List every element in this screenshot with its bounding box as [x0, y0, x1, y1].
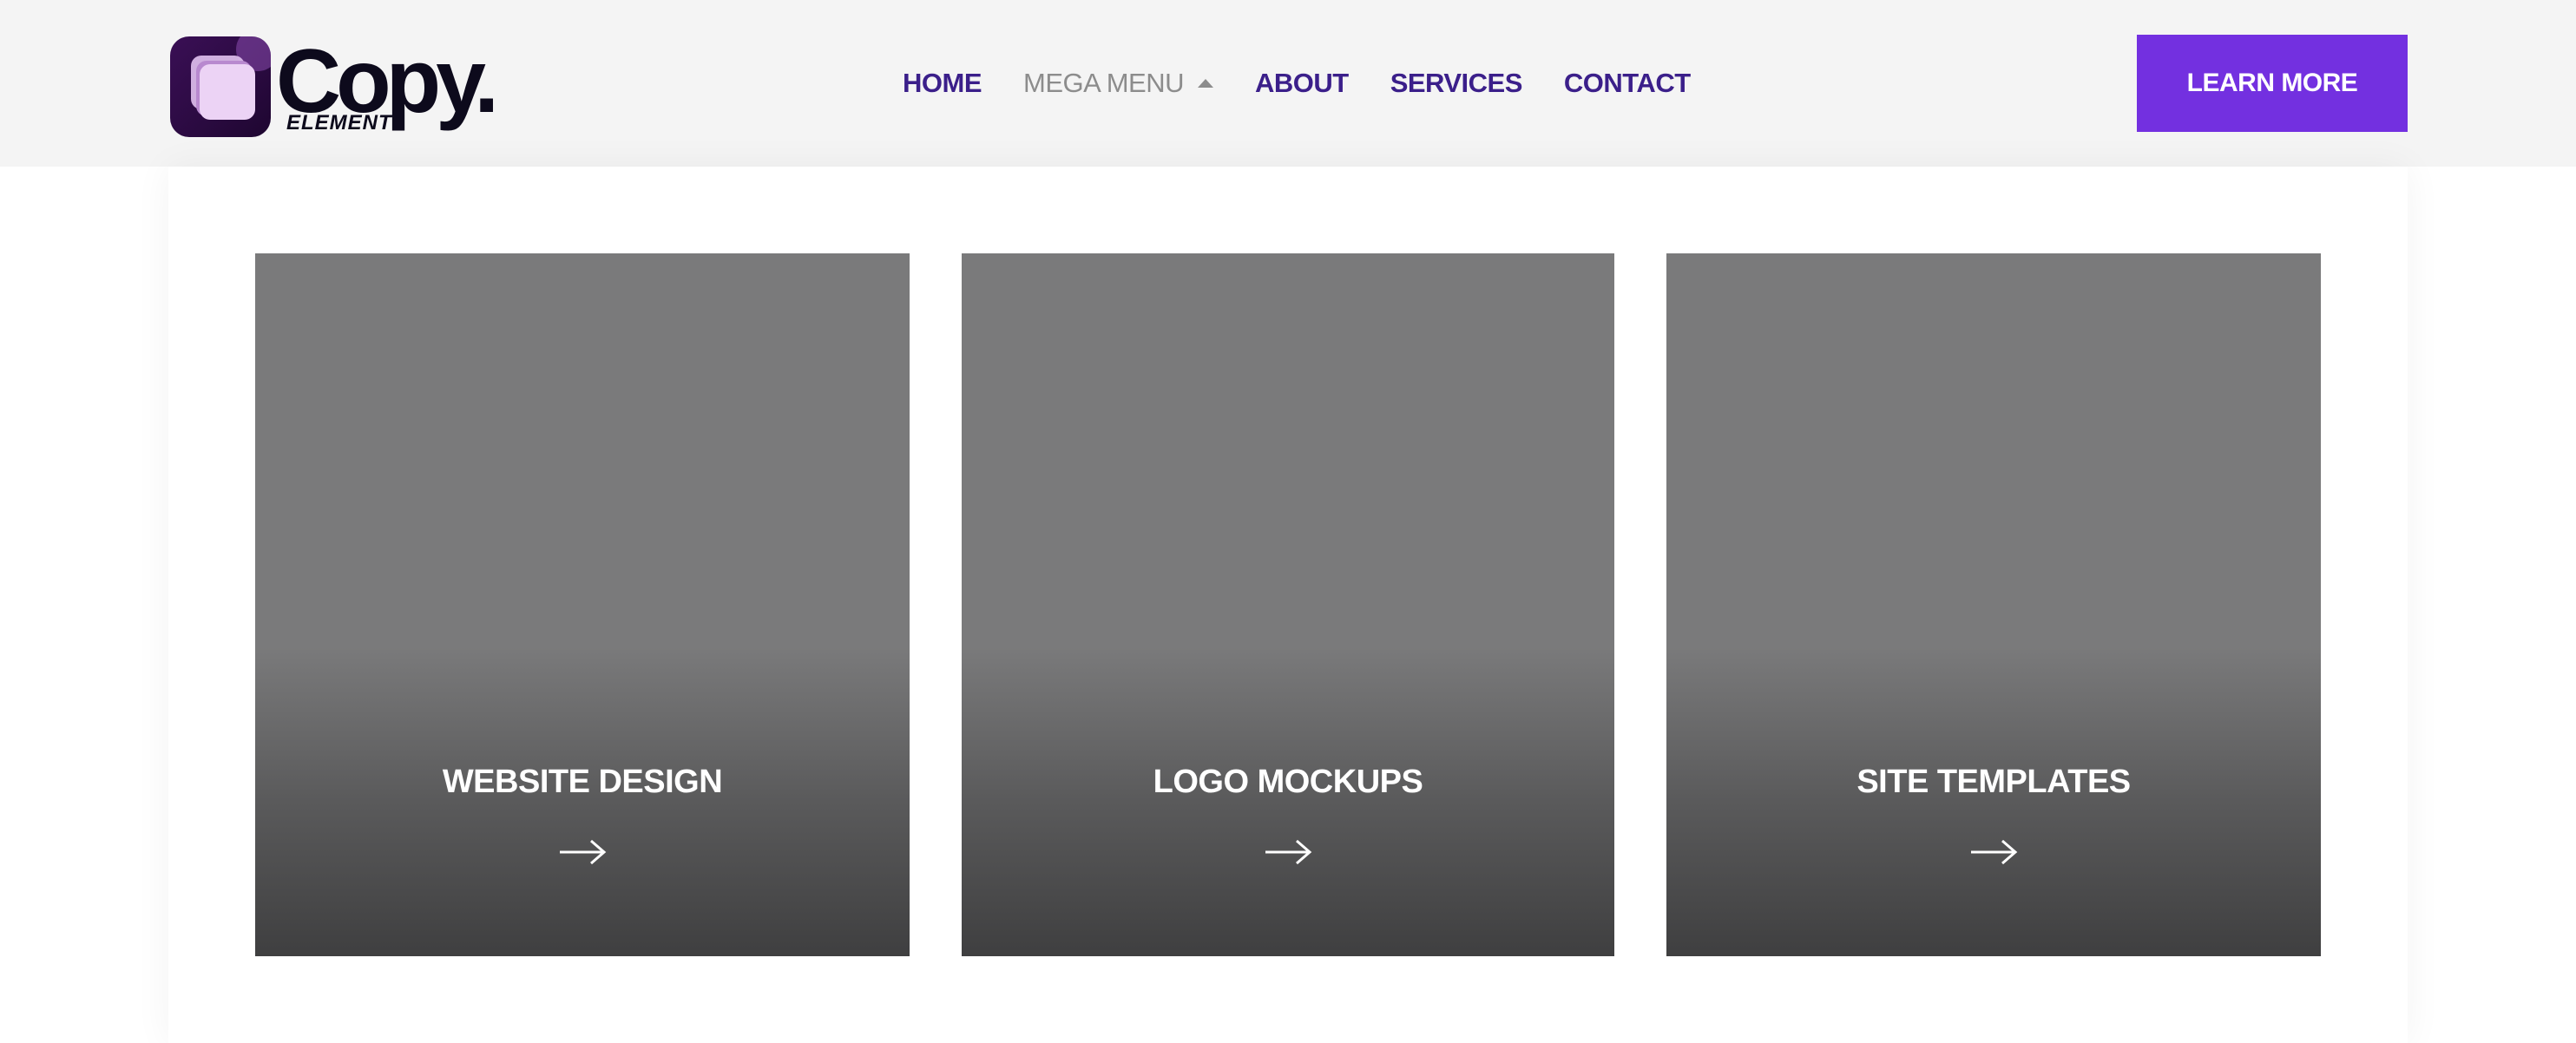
nav-item-label: HOME [903, 68, 982, 98]
card-title: SITE TEMPLATES [1856, 764, 2131, 800]
card-title: LOGO MOCKUPS [1153, 764, 1423, 800]
main-nav: HOME MEGA MENU ABOUT SERVICES CONTACT [903, 66, 1732, 101]
arrow-right-icon [560, 839, 607, 865]
site-header: Copy. ELEMENT HOME MEGA MENU ABOUT SERVI… [0, 0, 2576, 167]
card-website-design[interactable]: WEBSITE DESIGN [255, 253, 910, 956]
arrow-right-icon [1265, 839, 1312, 865]
brand-logo[interactable]: Copy. ELEMENT [170, 36, 535, 141]
nav-item-home[interactable]: HOME [903, 68, 982, 99]
brand-tagline: ELEMENT [286, 111, 392, 134]
nav-item-label: ABOUT [1254, 68, 1349, 98]
layered-squares-logo-icon [170, 36, 271, 137]
nav-item-about[interactable]: ABOUT [1255, 68, 1349, 99]
nav-item-label: CONTACT [1563, 68, 1691, 98]
arrow-right-icon [1971, 839, 2018, 865]
learn-more-button[interactable]: LEARN MORE [2137, 35, 2408, 132]
nav-item-label: MEGA MENU [1023, 68, 1184, 98]
nav-item-mega-menu[interactable]: MEGA MENU [1023, 68, 1213, 99]
caret-up-icon [1197, 79, 1213, 88]
nav-item-label: SERVICES [1390, 68, 1523, 98]
card-site-templates[interactable]: SITE TEMPLATES [1666, 253, 2321, 956]
nav-item-contact[interactable]: CONTACT [1564, 68, 1691, 99]
card-title: WEBSITE DESIGN [442, 764, 723, 800]
brand-wordmark: Copy. ELEMENT [276, 36, 499, 141]
card-logo-mockups[interactable]: LOGO MOCKUPS [962, 253, 1614, 956]
nav-item-services[interactable]: SERVICES [1390, 68, 1523, 99]
